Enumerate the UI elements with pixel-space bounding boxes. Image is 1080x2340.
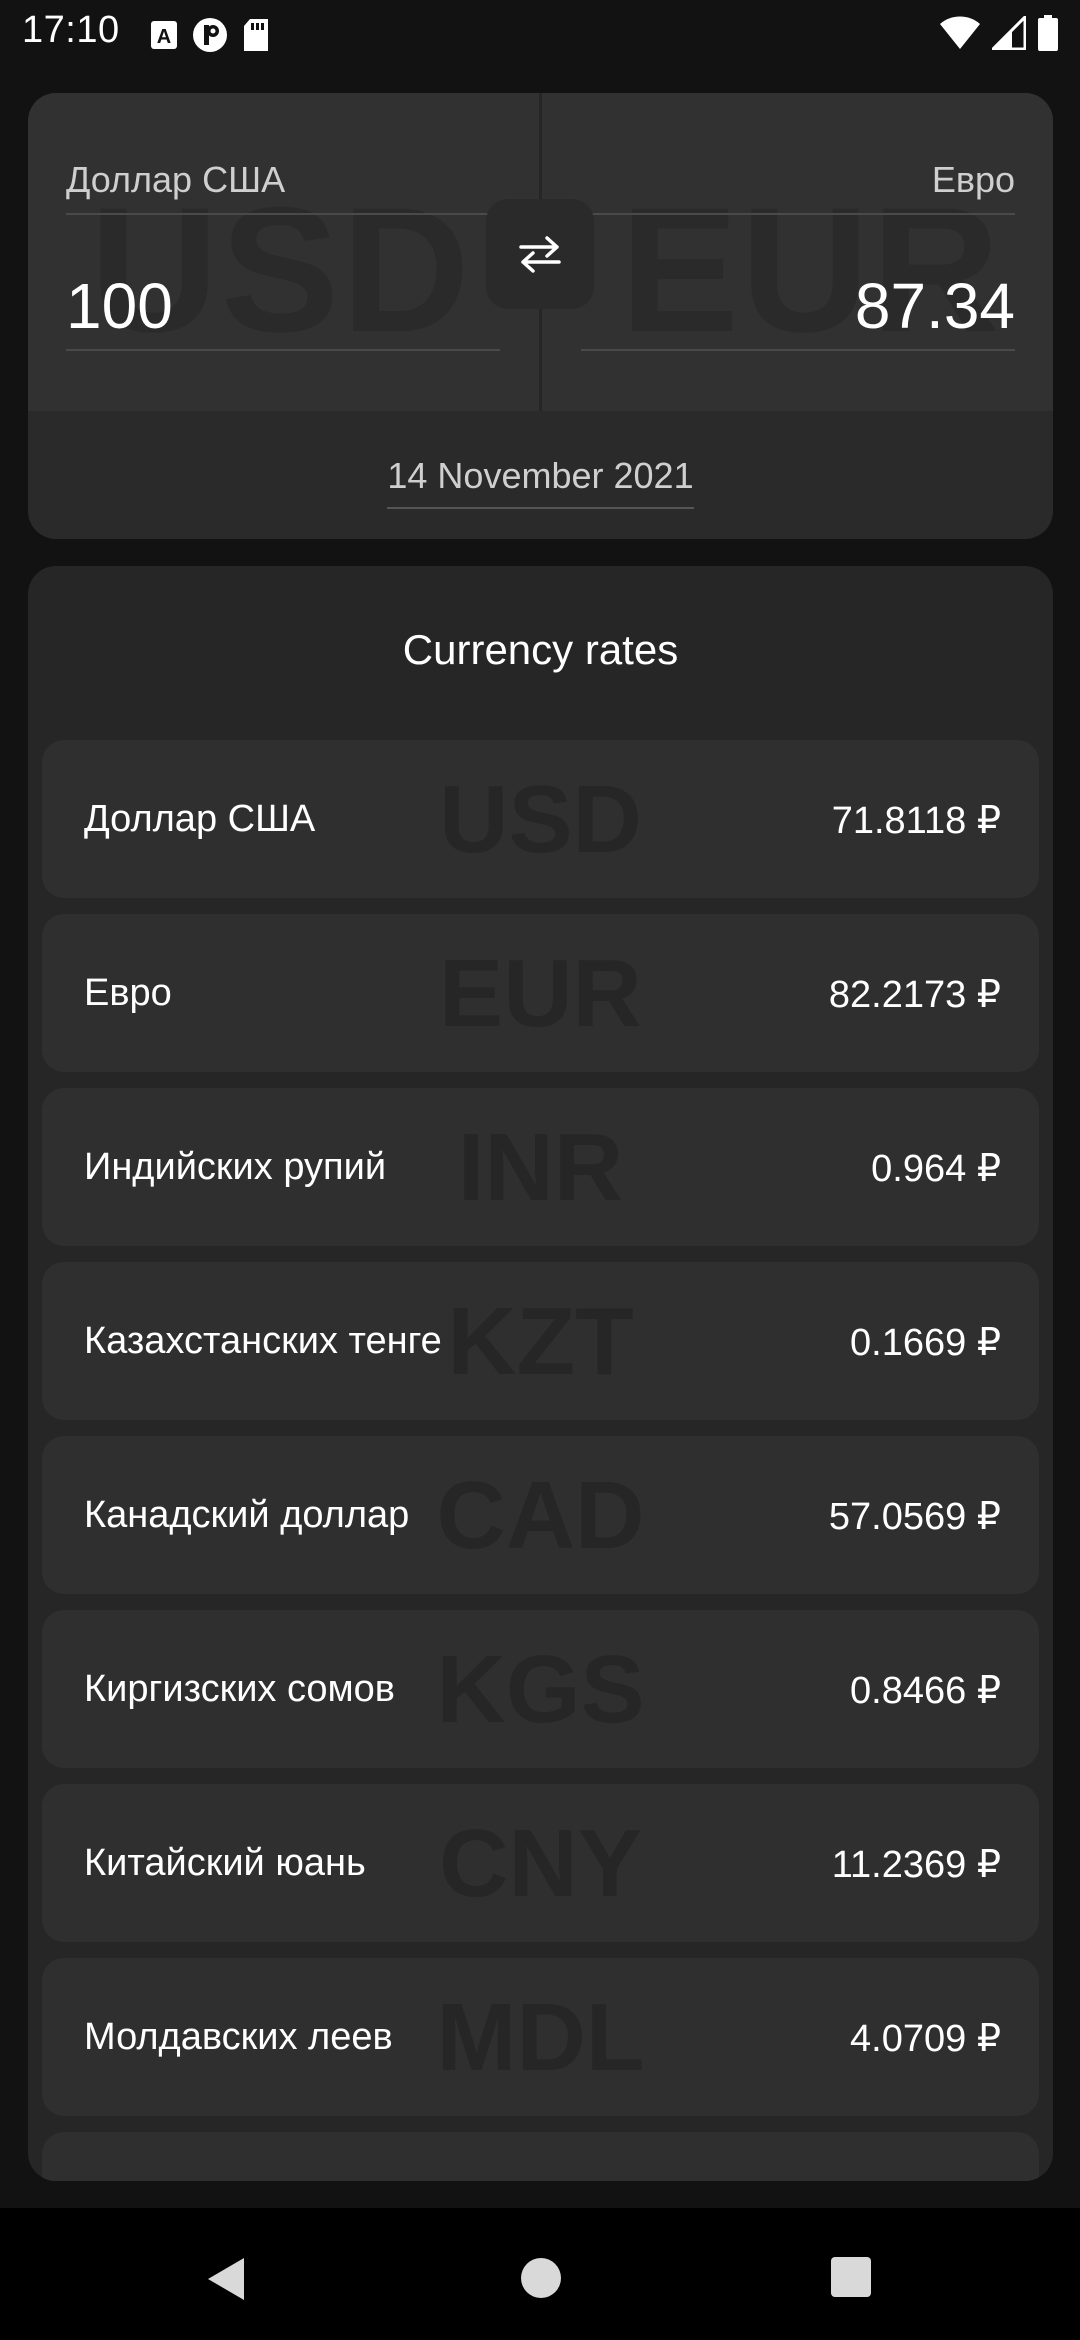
app-p-icon — [193, 18, 227, 52]
rate-name: Казахстанских тенге — [84, 1320, 442, 1362]
to-currency-column: Евро 87.34 — [581, 93, 1015, 411]
cell-signal-icon — [992, 16, 1026, 50]
rate-value: 0.1669 ₽ — [850, 1322, 1001, 1364]
rate-row-kzt[interactable]: KZT Казахстанских тенге 0.1669 ₽ — [42, 1262, 1039, 1420]
nav-recents-icon — [831, 2257, 871, 2297]
status-bar: 17:10 A — [0, 0, 1080, 66]
rate-value: 57.0569 ₽ — [828, 1496, 1001, 1538]
rate-name: Молдавских леев — [84, 2016, 393, 2058]
rate-name: Евро — [84, 972, 172, 1014]
from-amount-input[interactable]: 100 — [66, 271, 500, 352]
sd-card-icon — [244, 19, 268, 51]
rate-row-inr[interactable]: INR Индийских рупий 0.964 ₽ — [42, 1088, 1039, 1246]
to-amount-input[interactable]: 87.34 — [581, 271, 1015, 352]
nav-home-button[interactable] — [519, 2256, 563, 2305]
rate-value: 82.2173 ₽ — [828, 974, 1001, 1016]
date-picker: 14 November 2021 — [28, 455, 1053, 509]
to-currency-selector[interactable]: Евро — [581, 159, 1015, 215]
swap-arrows-icon — [519, 236, 561, 273]
rate-name: Доллар США — [84, 798, 316, 840]
status-time: 17:10 — [22, 9, 120, 51]
nav-recents-button[interactable] — [830, 2256, 872, 2303]
status-notification-icons: A — [150, 17, 270, 53]
rate-value: 0.8466 ₽ — [850, 1670, 1001, 1712]
rates-list[interactable]: USD Доллар США 71.8118 ₽ EUR Евро 82.217… — [42, 740, 1039, 2181]
rate-value: 71.8118 ₽ — [831, 800, 1001, 842]
rate-value: 4.0709 ₽ — [850, 2018, 1001, 2060]
rate-name: Канадский доллар — [84, 1494, 410, 1536]
rate-row-cad[interactable]: CAD Канадский доллар 57.0569 ₽ — [42, 1436, 1039, 1594]
from-currency-column: Доллар США 100 — [66, 93, 500, 411]
rate-row-cny[interactable]: CNY Китайский юань 11.2369 ₽ — [42, 1784, 1039, 1942]
nav-home-icon — [521, 2258, 561, 2298]
rate-row-eur[interactable]: EUR Евро 82.2173 ₽ — [42, 914, 1039, 1072]
swap-button[interactable] — [486, 199, 594, 309]
system-nav-bar — [0, 2208, 1080, 2340]
rate-name: Индийских рупий — [84, 1146, 387, 1188]
rate-value: 11.2369 ₽ — [831, 1844, 1001, 1886]
battery-icon — [1038, 15, 1058, 51]
rate-name: Китайский юань — [84, 1842, 366, 1884]
converter-card: USD EUR Доллар США 100 Евро 87.34 14 Nov… — [28, 93, 1053, 539]
date-picker-value[interactable]: 14 November 2021 — [387, 455, 694, 509]
rate-row-usd[interactable]: USD Доллар США 71.8118 ₽ — [42, 740, 1039, 898]
nav-back-icon — [208, 2258, 244, 2300]
rate-name: Киргизских сомов — [84, 1668, 395, 1710]
nav-back-button[interactable] — [204, 2256, 248, 2307]
wifi-icon — [940, 16, 980, 49]
status-system-icons — [940, 15, 1058, 51]
rates-card: Currency rates USD Доллар США 71.8118 ₽ … — [28, 566, 1053, 2181]
rates-title: Currency rates — [402, 626, 679, 673]
svg-text:A: A — [157, 26, 171, 48]
rate-row-kgs[interactable]: KGS Киргизских сомов 0.8466 ₽ — [42, 1610, 1039, 1768]
from-currency-selector[interactable]: Доллар США — [66, 159, 500, 215]
rate-value: 0.964 ₽ — [871, 1148, 1001, 1190]
rate-row-mdl[interactable]: MDL Молдавских леев 4.0709 ₽ — [42, 1958, 1039, 2116]
converter-inputs: USD EUR Доллар США 100 Евро 87.34 — [28, 93, 1053, 411]
rate-row-partial[interactable] — [42, 2132, 1039, 2181]
font-a-icon: A — [151, 21, 177, 49]
